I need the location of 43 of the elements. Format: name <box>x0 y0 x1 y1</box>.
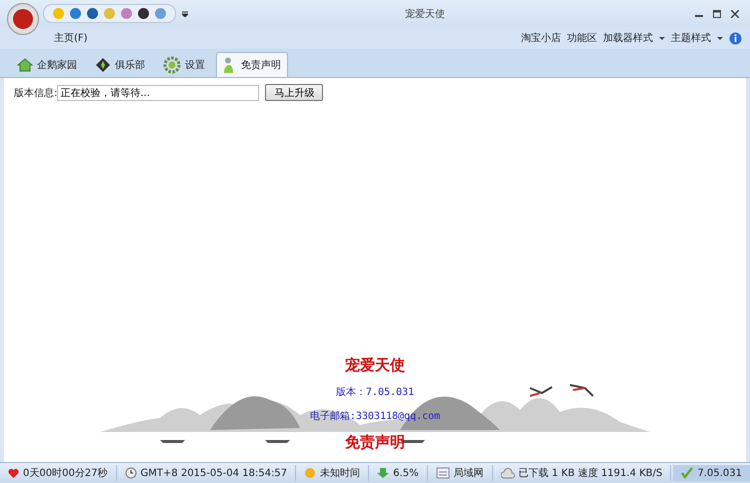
house-icon <box>17 57 33 73</box>
ribbon-menu-item[interactable]: 淘宝小店 <box>521 31 561 45</box>
tab[interactable]: 企鹅家园 <box>10 52 84 77</box>
heart-icon <box>8 468 19 478</box>
disclaimer-heading: 免责声明 <box>345 433 405 452</box>
diamond-icon <box>95 57 111 73</box>
info-icon[interactable] <box>729 32 742 44</box>
gear-icon <box>163 56 181 74</box>
app-title: 宠爱天使 <box>345 356 405 375</box>
status-item: GMT+8 2015-05-04 18:54:57 <box>116 465 296 481</box>
status-item: 0天00时00分27秒 <box>0 465 117 481</box>
upgrade-button[interactable]: 马上升级 <box>265 84 324 101</box>
status-item: 未知时间 <box>296 465 370 481</box>
version-text: 版本：7.05.031 <box>336 386 414 399</box>
down-arrow-icon <box>377 467 390 479</box>
status-item: 已下载 1 KB 速度 1191.4 KB/S <box>492 465 672 481</box>
email-text: 电子邮箱:3303118@qq.com <box>310 410 440 423</box>
ribbon-menu-item[interactable]: 功能区 <box>567 31 597 45</box>
status-item: 6.5% <box>369 465 428 481</box>
home-menu[interactable]: 主页(F) <box>54 31 88 45</box>
window-title: 宠爱天使 <box>405 8 445 20</box>
dropdown-icon[interactable] <box>182 10 188 16</box>
network-icon <box>436 467 450 479</box>
clock-icon <box>124 467 137 479</box>
version-info-label: 版本信息: <box>14 86 58 100</box>
dropdown-arrow-icon[interactable] <box>659 36 665 40</box>
maximize-icon[interactable] <box>713 10 721 18</box>
ribbon-menu-item[interactable]: 主题样式 <box>671 31 711 45</box>
ribbon-menu-item[interactable]: 加载器样式 <box>603 31 653 45</box>
app-logo-icon[interactable] <box>7 2 39 34</box>
tab[interactable]: 免责声明 <box>216 52 288 77</box>
tab[interactable]: 设置 <box>156 52 212 77</box>
dropdown-arrow-icon[interactable] <box>717 36 723 40</box>
toolbar-icon[interactable] <box>86 7 99 20</box>
cloud-icon <box>500 468 515 478</box>
status-item: 7.05.031 <box>673 465 750 481</box>
close-icon[interactable] <box>731 10 739 18</box>
coin-icon <box>304 467 316 479</box>
tab[interactable]: 俱乐部 <box>88 52 152 77</box>
status-item: 局域网 <box>428 465 493 481</box>
check-icon <box>681 467 694 479</box>
version-info-field[interactable]: 正在校验，请等待... <box>57 84 260 100</box>
toolbar-icon[interactable] <box>137 7 150 20</box>
